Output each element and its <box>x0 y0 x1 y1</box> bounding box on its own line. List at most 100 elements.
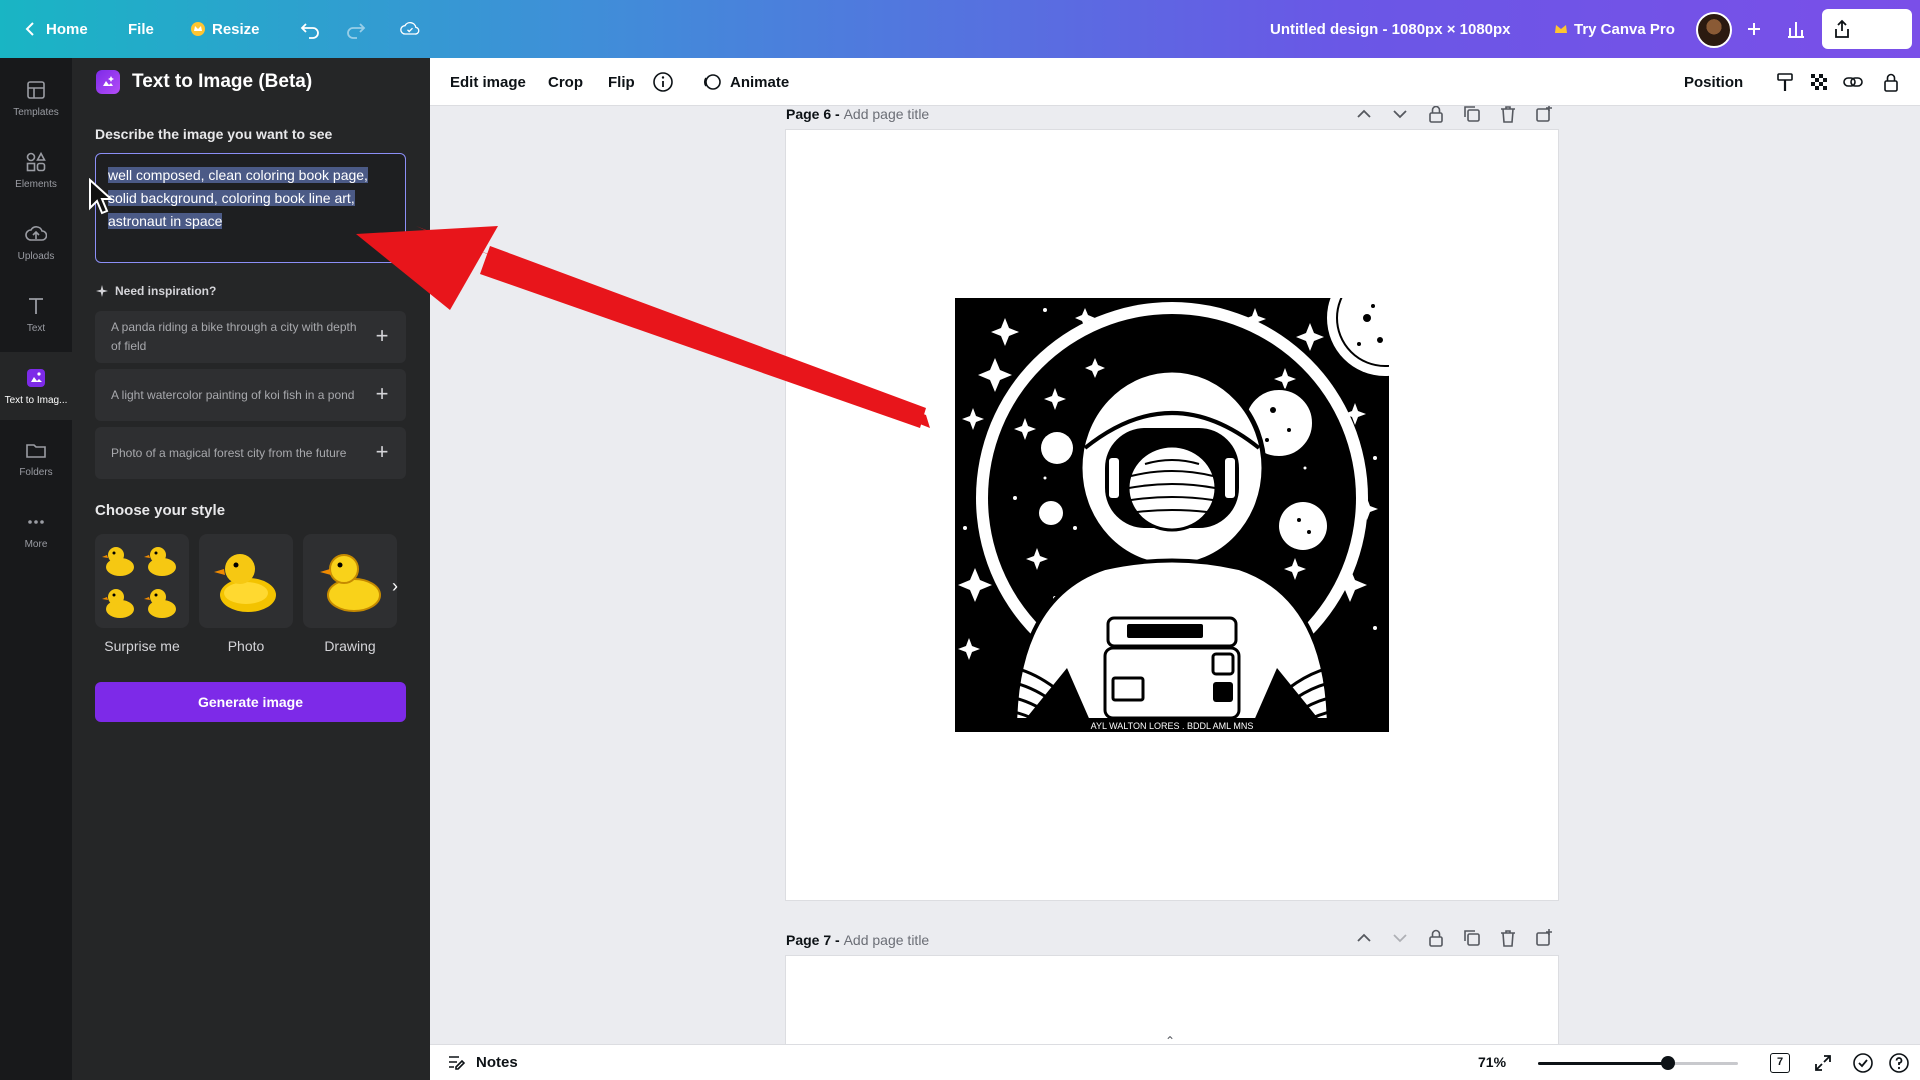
rail-label: Templates <box>13 106 59 118</box>
insights-button[interactable] <box>1776 9 1816 49</box>
page-6-title[interactable]: Add page title <box>844 106 930 122</box>
zoom-slider-handle[interactable] <box>1661 1056 1675 1070</box>
ducks-grid-icon <box>102 547 176 618</box>
paint-roller-icon[interactable] <box>1774 71 1796 93</box>
lock-icon[interactable] <box>1426 106 1446 124</box>
elements-icon <box>26 151 46 171</box>
cloud-upload-icon <box>25 225 47 241</box>
rail-label: Elements <box>15 178 57 190</box>
duck-drawing-icon <box>320 554 381 612</box>
top-bar: Home File Resize Untitled design - 1080p… <box>0 0 1920 58</box>
home-button[interactable]: Home <box>14 9 98 49</box>
help-icon[interactable] <box>1888 1052 1910 1074</box>
file-menu-button[interactable]: File <box>118 9 164 49</box>
animate-button[interactable]: Animate <box>702 69 789 95</box>
trash-icon[interactable] <box>1498 106 1518 124</box>
describe-label: Describe the image you want to see <box>95 126 333 142</box>
add-page-icon[interactable] <box>1534 106 1554 124</box>
inspiration-text: Photo of a magical forest city from the … <box>111 445 347 460</box>
design-title[interactable]: Untitled design - 1080px × 1080px <box>1260 9 1521 49</box>
rail-item-uploads[interactable]: Uploads <box>0 208 72 276</box>
share-icon <box>1835 19 1849 38</box>
sparkle-icon <box>96 285 108 297</box>
rail-item-more[interactable]: More <box>0 496 72 564</box>
rail-item-text-to-image[interactable]: Text to Imag... <box>0 352 72 420</box>
lock-icon[interactable] <box>1880 71 1902 93</box>
chevron-down-icon[interactable] <box>1390 106 1410 124</box>
avatar[interactable] <box>1696 12 1732 48</box>
panel-title: Text to Image (Beta) <box>132 71 313 92</box>
redo-button[interactable] <box>336 9 376 49</box>
chevron-right-icon[interactable]: › <box>392 576 398 597</box>
trash-icon[interactable] <box>1498 928 1518 948</box>
lock-icon[interactable] <box>1426 928 1446 948</box>
page-6[interactable]: AYL WALTON LORES . BDDL AML MNS <box>786 130 1558 900</box>
flip-button[interactable]: Flip <box>608 69 635 95</box>
try-canva-pro-button[interactable]: Try Canva Pro <box>1544 9 1685 49</box>
share-button[interactable]: Share <box>1822 9 1912 49</box>
chevron-up-icon[interactable] <box>1354 106 1374 124</box>
text-icon <box>29 297 43 314</box>
page-7-title[interactable]: Add page title <box>844 932 930 948</box>
cloud-check-icon <box>400 22 420 35</box>
style-card-drawing[interactable] <box>303 534 397 628</box>
edit-image-button[interactable]: Edit image <box>450 69 526 95</box>
zoom-level[interactable]: 71% <box>1478 1054 1506 1070</box>
duck-photo-icon <box>214 554 276 612</box>
plus-icon[interactable]: + <box>370 441 394 465</box>
rail-label: Folders <box>19 466 53 478</box>
inspiration-item[interactable]: Photo of a magical forest city from the … <box>95 427 406 479</box>
plus-icon[interactable]: + <box>370 325 394 349</box>
transparency-icon[interactable] <box>1808 71 1830 93</box>
save-status-button[interactable] <box>390 9 430 49</box>
zoom-slider[interactable] <box>1538 1056 1738 1070</box>
rail-item-folders[interactable]: Folders <box>0 424 72 492</box>
generate-image-button[interactable]: Generate image <box>95 682 406 722</box>
page-7-number: Page 7 - <box>786 932 844 948</box>
info-icon[interactable] <box>652 71 674 93</box>
duplicate-icon[interactable] <box>1462 106 1482 124</box>
chevron-up-icon[interactable] <box>1354 928 1374 948</box>
page-7-controls <box>1354 928 1554 948</box>
inspiration-item[interactable]: A panda riding a bike through a city wit… <box>95 311 406 363</box>
rail-item-text[interactable]: Text <box>0 280 72 348</box>
undo-button[interactable] <box>290 9 330 49</box>
style-card-photo[interactable] <box>199 534 293 628</box>
position-button[interactable]: Position <box>1684 69 1743 95</box>
astronaut-image[interactable]: AYL WALTON LORES . BDDL AML MNS <box>955 298 1389 732</box>
rail-label: More <box>24 538 48 550</box>
page-7[interactable] <box>786 956 1558 1044</box>
file-label: File <box>128 20 154 38</box>
notes-label: Notes <box>476 1053 518 1071</box>
chevron-down-icon[interactable] <box>1390 928 1410 948</box>
page-6-controls <box>1354 106 1554 124</box>
style-card-surprise-me[interactable] <box>95 534 189 628</box>
plus-icon[interactable]: + <box>370 383 394 407</box>
duplicate-icon[interactable] <box>1462 928 1482 948</box>
page-6-number: Page 6 - <box>786 106 844 122</box>
need-inspiration-label: Need inspiration? <box>95 284 216 298</box>
text-to-image-icon <box>27 368 45 387</box>
prompt-textarea[interactable]: well composed, clean coloring book page,… <box>95 153 406 263</box>
chevron-left-icon <box>25 22 34 36</box>
page-7-label: Page 7 - Add page title <box>786 932 929 948</box>
resize-button[interactable]: Resize <box>180 9 270 49</box>
fullscreen-icon[interactable] <box>1812 1052 1834 1074</box>
rail-item-elements[interactable]: Elements <box>0 136 72 204</box>
inspiration-text: A light watercolor painting of koi fish … <box>111 387 355 402</box>
add-member-button[interactable] <box>1736 9 1772 49</box>
add-page-icon[interactable] <box>1534 928 1554 948</box>
inspiration-item[interactable]: A light watercolor painting of koi fish … <box>95 369 406 421</box>
animate-label: Animate <box>730 73 790 91</box>
rail-label: Text to Imag... <box>4 394 68 406</box>
notes-button[interactable]: Notes <box>446 1052 518 1072</box>
redo-icon <box>347 23 366 39</box>
link-icon[interactable] <box>1842 71 1864 93</box>
rail-item-templates[interactable]: Templates <box>0 64 72 132</box>
crown-coin-icon <box>191 22 205 36</box>
artwork-caption: AYL WALTON LORES . BDDL AML MNS <box>1091 721 1254 731</box>
crop-button[interactable]: Crop <box>548 69 583 95</box>
crown-icon <box>1555 25 1567 33</box>
page-count-button[interactable]: 7 <box>1770 1053 1790 1073</box>
check-circle-icon[interactable] <box>1852 1052 1874 1074</box>
